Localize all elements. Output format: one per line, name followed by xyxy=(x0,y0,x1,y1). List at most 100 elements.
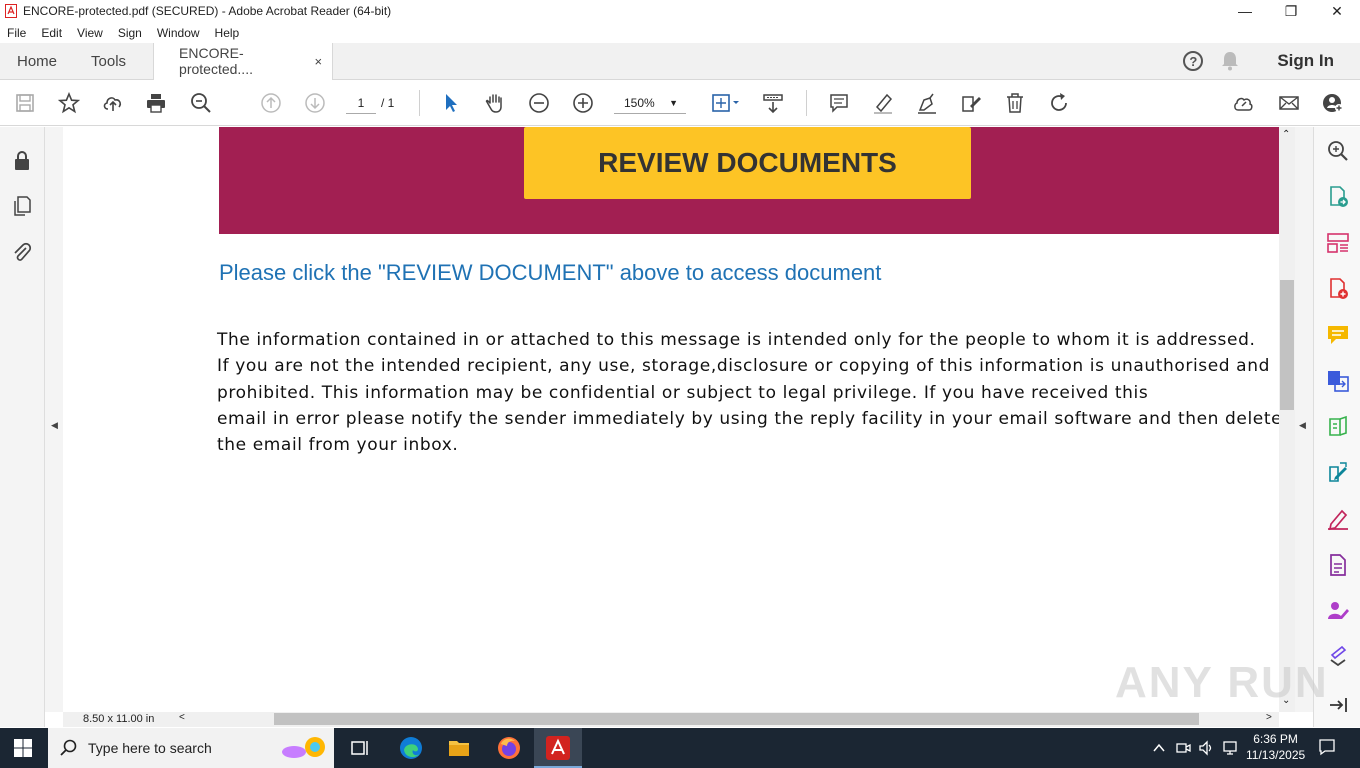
print-icon[interactable] xyxy=(144,91,168,115)
select-cursor-icon[interactable] xyxy=(439,91,463,115)
page-number-input[interactable]: 1 xyxy=(346,92,376,114)
more-tools-icon[interactable] xyxy=(1326,643,1350,667)
save-icon[interactable] xyxy=(13,91,37,115)
toolbar: 1 / 1 150% ▼ xyxy=(0,80,1360,126)
comment-tool-icon[interactable] xyxy=(1326,323,1350,347)
upload-cloud-icon[interactable] xyxy=(101,91,125,115)
next-page-icon[interactable] xyxy=(303,91,327,115)
menu-edit[interactable]: Edit xyxy=(34,26,70,40)
organize-pages-icon[interactable] xyxy=(1326,231,1350,255)
zoom-search-icon[interactable] xyxy=(189,91,213,115)
menu-help[interactable]: Help xyxy=(208,26,248,40)
menu-view[interactable]: View xyxy=(70,26,111,40)
menu-file[interactable]: File xyxy=(0,26,34,40)
edge-browser-icon[interactable] xyxy=(399,736,423,760)
fill-sign-icon[interactable] xyxy=(1326,507,1350,531)
fit-page-icon[interactable] xyxy=(710,91,742,115)
share-link-icon[interactable] xyxy=(1232,91,1256,115)
meet-now-icon[interactable] xyxy=(1175,740,1191,756)
rotate-icon[interactable] xyxy=(1047,91,1071,115)
add-user-icon[interactable] xyxy=(1321,91,1345,115)
title-bar: ENCORE-protected.pdf (SECURED) - Adobe A… xyxy=(0,0,1360,22)
prev-page-icon[interactable] xyxy=(259,91,283,115)
trash-icon[interactable] xyxy=(1003,91,1027,115)
compress-pdf-icon[interactable] xyxy=(1326,415,1350,439)
edit-form-icon[interactable] xyxy=(959,91,983,115)
volume-icon[interactable] xyxy=(1198,740,1214,756)
comment-icon[interactable] xyxy=(827,91,851,115)
create-pdf-icon[interactable] xyxy=(1326,277,1350,301)
highlight-pen-icon[interactable] xyxy=(871,91,895,115)
file-explorer-icon[interactable] xyxy=(447,736,471,760)
email-icon[interactable] xyxy=(1277,91,1301,115)
disclaimer-line: The information contained in or attached… xyxy=(217,330,1256,350)
left-panel-toggle[interactable]: ◀ xyxy=(45,127,63,712)
sign-in-button[interactable]: Sign In xyxy=(1277,51,1334,71)
windows-start-icon[interactable] xyxy=(14,739,32,757)
tab-tools[interactable]: Tools xyxy=(74,53,143,70)
export-pdf-icon[interactable] xyxy=(1326,185,1350,209)
maximize-button[interactable]: ❐ xyxy=(1268,0,1314,22)
document-viewport[interactable]: REVIEW DOCUMENTS Please click the "REVIE… xyxy=(63,127,1279,712)
scroll-track[interactable] xyxy=(1279,127,1295,712)
taskbar-search-box[interactable]: Type here to search xyxy=(48,728,334,768)
scroll-up-icon[interactable]: ⌃ xyxy=(1282,129,1290,140)
menu-sign[interactable]: Sign xyxy=(111,26,150,40)
firefox-icon[interactable] xyxy=(497,736,521,760)
bell-icon[interactable] xyxy=(1221,51,1239,71)
tab-document[interactable]: ENCORE-protected.... × xyxy=(153,42,334,80)
zoom-in-icon[interactable] xyxy=(571,91,595,115)
vertical-scrollbar[interactable]: ⌃ ⌄ ◀ xyxy=(1279,127,1313,712)
tab-home[interactable]: Home xyxy=(0,53,74,70)
edit-pdf-icon[interactable] xyxy=(1326,461,1350,485)
disclaimer-line: prohibited. This information may be conf… xyxy=(217,382,1149,403)
click-instruction-text: Please click the "REVIEW DOCUMENT" above… xyxy=(219,260,882,285)
network-icon[interactable] xyxy=(1221,740,1239,756)
window-title: ENCORE-protected.pdf (SECURED) - Adobe A… xyxy=(23,4,392,18)
collapse-right-icon[interactable]: ◀ xyxy=(1299,420,1306,431)
scroll-thumb[interactable] xyxy=(1280,280,1294,410)
disclaimer-line: email in error please notify the sender … xyxy=(217,408,1279,429)
disclaimer-line: If you are not the intended recipient, a… xyxy=(217,356,1270,377)
close-tab-icon[interactable]: × xyxy=(314,54,322,69)
minimize-button[interactable]: — xyxy=(1222,0,1268,22)
chevron-up-icon[interactable] xyxy=(1152,741,1166,755)
zoom-search-icon[interactable] xyxy=(1326,139,1350,163)
request-signature-icon[interactable] xyxy=(1326,599,1350,623)
review-documents-button[interactable]: REVIEW DOCUMENTS xyxy=(524,127,971,199)
task-view-icon[interactable] xyxy=(348,736,372,760)
draw-sign-icon[interactable] xyxy=(915,91,939,115)
scroll-right-icon[interactable]: > xyxy=(1266,712,1272,723)
combine-files-icon[interactable] xyxy=(1326,369,1350,393)
zoom-out-icon[interactable] xyxy=(527,91,551,115)
document-page-icon[interactable] xyxy=(1326,553,1350,577)
menu-window[interactable]: Window xyxy=(150,26,208,40)
toolbar-divider xyxy=(419,90,420,116)
attachment-icon[interactable] xyxy=(11,241,33,263)
search-icon xyxy=(60,739,77,756)
right-tools-panel xyxy=(1313,127,1360,727)
anyrun-watermark: ANY RUN xyxy=(1115,658,1329,707)
zoom-level-value: 150% xyxy=(624,96,655,110)
lock-icon[interactable] xyxy=(11,149,33,171)
taskbar-acrobat-active[interactable] xyxy=(534,728,582,768)
clock-time: 6:36 PM xyxy=(1253,732,1298,746)
horizontal-scroll-thumb[interactable] xyxy=(274,713,1199,725)
star-icon[interactable] xyxy=(57,91,81,115)
help-icon[interactable]: ? xyxy=(1183,51,1204,71)
page-thumbnails-icon[interactable] xyxy=(11,195,33,217)
document-tab-label: ENCORE-protected.... xyxy=(179,45,253,77)
disclaimer-line: the email from your inbox. xyxy=(217,435,459,456)
scroll-left-icon[interactable]: < xyxy=(179,712,185,723)
tab-bar: Home Tools ENCORE-protected.... × ? Sign… xyxy=(0,42,1360,80)
zoom-level-select[interactable]: 150% ▼ xyxy=(614,92,686,114)
scroll-mode-icon[interactable] xyxy=(761,91,785,115)
close-window-button[interactable]: ✕ xyxy=(1314,0,1360,22)
notification-icon[interactable] xyxy=(1318,738,1336,756)
hand-tool-icon[interactable] xyxy=(483,91,507,115)
search-highlight-icon xyxy=(282,737,325,758)
document-banner: REVIEW DOCUMENTS xyxy=(219,127,1279,234)
clock-date: 11/13/2025 xyxy=(1246,748,1306,762)
collapse-panel-icon[interactable] xyxy=(1326,693,1350,717)
system-clock[interactable]: 6:36 PM 11/13/2025 xyxy=(1246,731,1305,763)
